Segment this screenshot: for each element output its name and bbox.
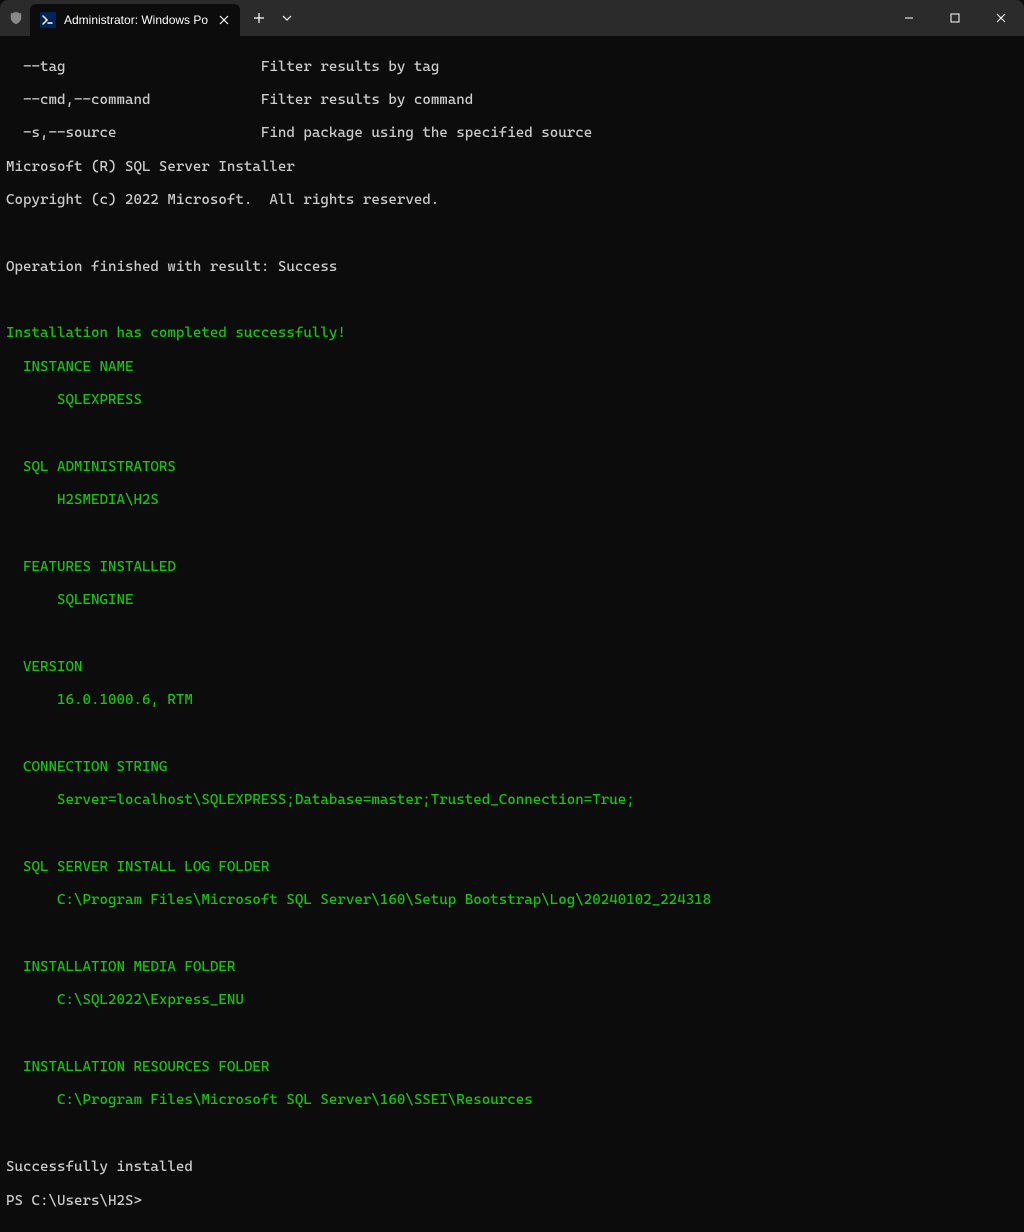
success-message: Successfully installed	[6, 1159, 1018, 1176]
installer-header: Microsoft (R) SQL Server Installer	[6, 159, 1018, 176]
install-complete: Installation has completed successfully!	[6, 325, 1018, 342]
blank-line	[6, 826, 1018, 843]
titlebar-left: Administrator: Windows Powe	[0, 0, 300, 36]
close-window-button[interactable]	[978, 0, 1024, 36]
terminal-output[interactable]: --tag Filter results by tag --cmd,--comm…	[0, 36, 1024, 1232]
tab-dropdown-button[interactable]	[274, 5, 300, 31]
titlebar: Administrator: Windows Powe	[0, 0, 1024, 36]
blank-line	[6, 292, 1018, 309]
minimize-button[interactable]	[886, 0, 932, 36]
operation-result: Operation finished with result: Success	[6, 259, 1018, 276]
blank-line	[6, 526, 1018, 543]
help-line: --tag Filter results by tag	[6, 59, 1018, 76]
blank-line	[6, 425, 1018, 442]
log-label: SQL SERVER INSTALL LOG FOLDER	[6, 859, 1018, 876]
shield-icon	[8, 10, 24, 26]
resources-label: INSTALLATION RESOURCES FOLDER	[6, 1059, 1018, 1076]
copyright-line: Copyright (c) 2022 Microsoft. All rights…	[6, 192, 1018, 209]
blank-line	[6, 926, 1018, 943]
blank-line	[6, 1126, 1018, 1143]
instance-label: INSTANCE NAME	[6, 359, 1018, 376]
version-label: VERSION	[6, 659, 1018, 676]
features-value: SQLENGINE	[6, 592, 1018, 609]
conn-label: CONNECTION STRING	[6, 759, 1018, 776]
tab-close-button[interactable]	[216, 12, 232, 28]
tab-title: Administrator: Windows Powe	[64, 13, 208, 27]
media-label: INSTALLATION MEDIA FOLDER	[6, 959, 1018, 976]
blank-line	[6, 225, 1018, 242]
blank-line	[6, 626, 1018, 643]
log-value: C:\Program Files\Microsoft SQL Server\16…	[6, 892, 1018, 909]
resources-value: C:\Program Files\Microsoft SQL Server\16…	[6, 1092, 1018, 1109]
new-tab-button[interactable]	[244, 3, 274, 33]
instance-value: SQLEXPRESS	[6, 392, 1018, 409]
window-controls	[886, 0, 1024, 36]
active-tab[interactable]: Administrator: Windows Powe	[30, 4, 240, 36]
powershell-icon	[40, 12, 56, 28]
admin-label: SQL ADMINISTRATORS	[6, 459, 1018, 476]
help-line: -s,--source Find package using the speci…	[6, 125, 1018, 142]
prompt[interactable]: PS C:\Users\H2S>	[6, 1193, 1018, 1210]
features-label: FEATURES INSTALLED	[6, 559, 1018, 576]
conn-value: Server=localhost\SQLEXPRESS;Database=mas…	[6, 792, 1018, 809]
help-line: --cmd,--command Filter results by comman…	[6, 92, 1018, 109]
blank-line	[6, 726, 1018, 743]
admin-value: H2SMEDIA\H2S	[6, 492, 1018, 509]
blank-line	[6, 1026, 1018, 1043]
version-value: 16.0.1000.6, RTM	[6, 692, 1018, 709]
maximize-button[interactable]	[932, 0, 978, 36]
media-value: C:\SQL2022\Express_ENU	[6, 992, 1018, 1009]
